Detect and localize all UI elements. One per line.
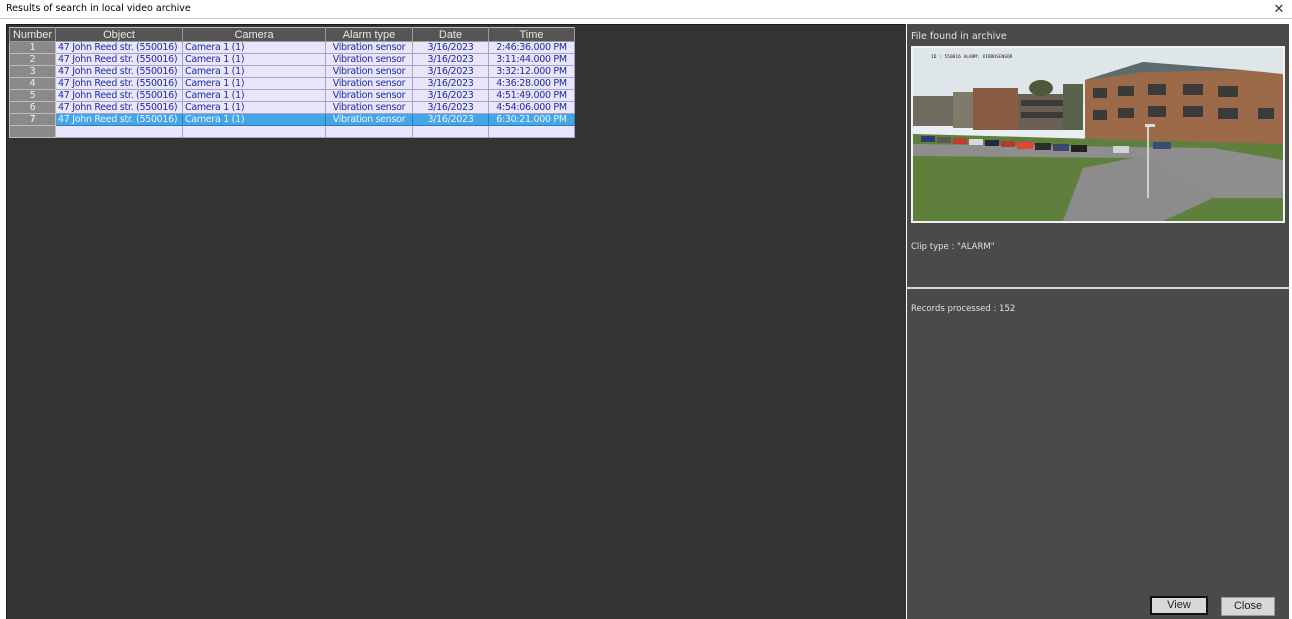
column-header-camera[interactable]: Camera [182, 27, 326, 42]
cell-date: 3/16/2023 [412, 53, 489, 66]
column-header-alarm-type[interactable]: Alarm type [325, 27, 413, 42]
cell-alarm-type: Vibration sensor [325, 41, 413, 54]
cell-camera: Camera 1 (1) [182, 41, 326, 54]
cell-alarm-type [325, 125, 413, 138]
close-button[interactable]: Close [1221, 597, 1275, 616]
clip-type-label: Clip type : "ALARM" [911, 242, 995, 252]
cell-camera: Camera 1 (1) [182, 89, 326, 102]
cell-alarm-type: Vibration sensor [325, 101, 413, 114]
cell-date: 3/16/2023 [412, 89, 489, 102]
cell-alarm-type: Vibration sensor [325, 53, 413, 66]
cell-number: 3 [9, 65, 56, 78]
cell-camera: Camera 1 (1) [182, 101, 326, 114]
records-processed-label: Records processed : 152 [911, 304, 1016, 314]
table-row[interactable]: 5 47 John Reed str. (550016) Camera 1 (1… [9, 89, 575, 102]
cell-number: 2 [9, 53, 56, 66]
cell-date: 3/16/2023 [412, 101, 489, 114]
results-table: Number Object Camera Alarm type Date Tim… [9, 27, 575, 138]
camera-frame-image: ID : 550016 ALARM: VIBROSENSOR [913, 48, 1283, 221]
cell-time: 4:36:28.000 PM [488, 77, 575, 90]
divider [907, 287, 1289, 289]
cell-alarm-type: Vibration sensor [325, 65, 413, 78]
column-header-object[interactable]: Object [55, 27, 183, 42]
cell-time: 2:46:36.000 PM [488, 41, 575, 54]
cell-camera: Camera 1 (1) [182, 65, 326, 78]
cell-object: 47 John Reed str. (550016) [55, 65, 183, 78]
details-panel: File found in archive ID: 550016 ALARM:… [907, 24, 1289, 619]
cell-object: 47 John Reed str. (550016) [55, 41, 183, 54]
table-row[interactable]: 4 47 John Reed str. (550016) Camera 1 (1… [9, 77, 575, 90]
results-panel: Number Object Camera Alarm type Date Tim… [6, 24, 906, 619]
cell-camera [182, 125, 326, 138]
cell-time: 6:30:21.000 PM [488, 113, 575, 126]
cell-date: 3/16/2023 [412, 65, 489, 78]
file-found-label: File found in archive [911, 31, 1007, 42]
cell-number [9, 125, 56, 138]
cell-number: 5 [9, 89, 56, 102]
cell-camera: Camera 1 (1) [182, 113, 326, 126]
cell-time: 3:32:12.000 PM [488, 65, 575, 78]
cell-alarm-type: Vibration sensor [325, 89, 413, 102]
table-row[interactable]: 3 47 John Reed str. (550016) Camera 1 (1… [9, 65, 575, 78]
column-header-date[interactable]: Date [412, 27, 489, 42]
cell-object: 47 John Reed str. (550016) [55, 101, 183, 114]
close-icon[interactable]: ✕ [1272, 1, 1286, 17]
table-row[interactable]: 2 47 John Reed str. (550016) Camera 1 (1… [9, 53, 575, 66]
table-row[interactable]: 1 47 John Reed str. (550016) Camera 1 (1… [9, 41, 575, 54]
cell-time [488, 125, 575, 138]
overlay-text: ID : 550016 ALARM: VIBROSENSOR [931, 54, 1013, 60]
cell-object: 47 John Reed str. (550016) [55, 113, 183, 126]
table-row-selected[interactable]: 7 47 John Reed str. (550016) Camera 1 (1… [9, 113, 575, 126]
cell-number: 1 [9, 41, 56, 54]
table-row[interactable]: 6 47 John Reed str. (550016) Camera 1 (1… [9, 101, 575, 114]
cell-object [55, 125, 183, 138]
cell-alarm-type: Vibration sensor [325, 77, 413, 90]
cell-object: 47 John Reed str. (550016) [55, 53, 183, 66]
title-bar: Results of search in local video archive… [0, 0, 1292, 19]
table-header-row: Number Object Camera Alarm type Date Tim… [9, 27, 575, 42]
cell-number: 6 [9, 101, 56, 114]
cell-time: 3:11:44.000 PM [488, 53, 575, 66]
cell-alarm-type: Vibration sensor [325, 113, 413, 126]
view-button[interactable]: View [1150, 596, 1208, 615]
column-header-time[interactable]: Time [488, 27, 575, 42]
window-title: Results of search in local video archive [6, 3, 191, 14]
cell-object: 47 John Reed str. (550016) [55, 89, 183, 102]
cell-object: 47 John Reed str. (550016) [55, 77, 183, 90]
cell-number: 4 [9, 77, 56, 90]
cell-number: 7 [9, 113, 56, 126]
cell-time: 4:51:49.000 PM [488, 89, 575, 102]
cell-camera: Camera 1 (1) [182, 53, 326, 66]
cell-date: 3/16/2023 [412, 113, 489, 126]
cell-date: 3/16/2023 [412, 77, 489, 90]
cell-camera: Camera 1 (1) [182, 77, 326, 90]
table-row-empty[interactable] [9, 125, 575, 138]
cell-date: 3/16/2023 [412, 41, 489, 54]
column-header-number[interactable]: Number [9, 27, 56, 42]
cell-time: 4:54:06.000 PM [488, 101, 575, 114]
cell-date [412, 125, 489, 138]
video-preview[interactable]: ID : 550016 ALARM: VIBROSENSOR [911, 46, 1285, 223]
